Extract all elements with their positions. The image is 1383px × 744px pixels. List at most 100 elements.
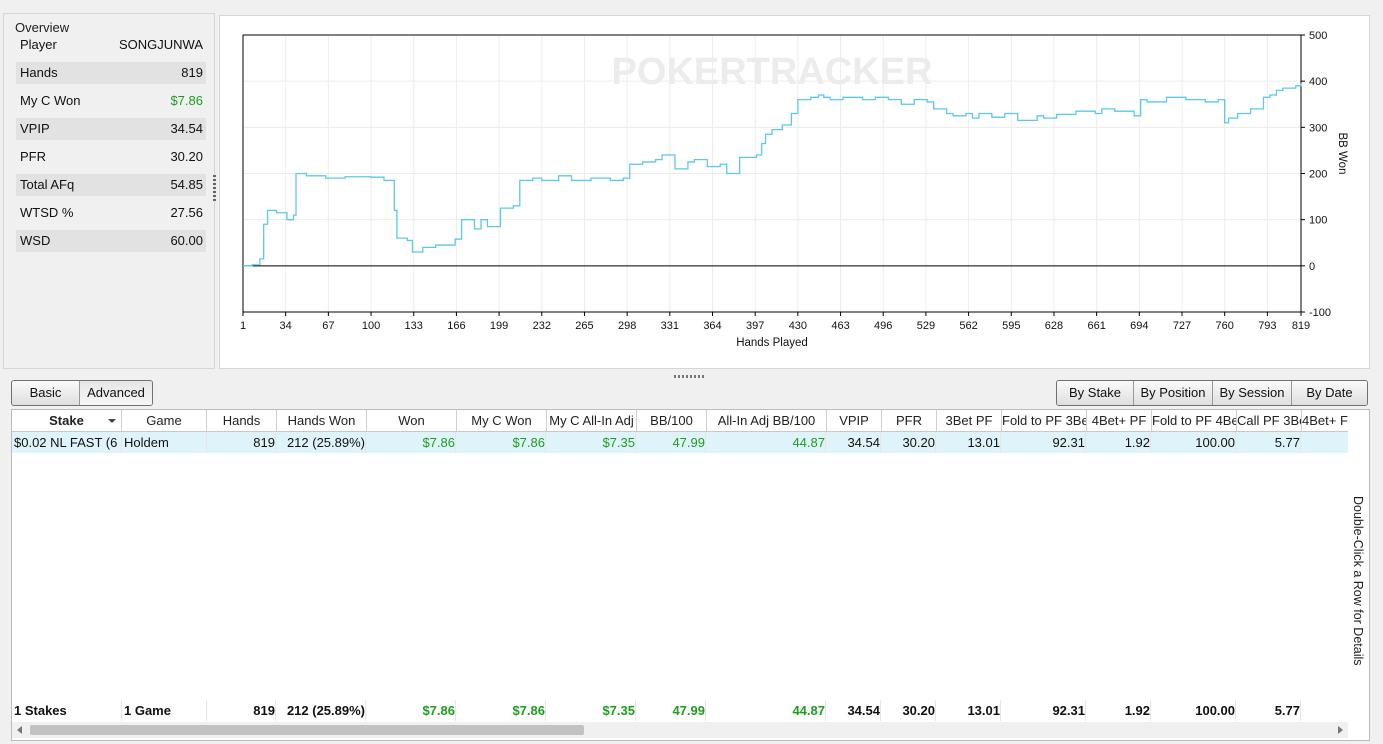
scroll-left-icon[interactable] [17,726,22,734]
total-hands: 819 [207,700,276,721]
cell-fold-to-pf-4bet: 100.00 [1152,432,1236,453]
stats-table: Stake Game Hands Hands Won Won My C Won … [11,409,1370,741]
horizontal-scrollbar[interactable] [12,722,1348,738]
by-session-button[interactable]: By Session [1213,381,1292,405]
column-header-won[interactable]: Won [367,410,457,431]
overview-value: 30.20 [170,149,203,164]
cell-3bet-pf: 13.01 [937,432,1001,453]
basic-button[interactable]: Basic [12,381,80,405]
view-toggle: Basic Advanced [11,380,153,406]
winnings-graph: POKERTRACKER 1 34 67 100 133 166 199 232 265 298 33… [240,30,1348,349]
y-tick-label: 500 [1309,30,1327,42]
scrollbar-thumb[interactable] [30,725,584,735]
advanced-button[interactable]: Advanced [80,381,152,405]
x-tick-label: 661 [1087,320,1105,332]
overview-row-total-afq: Total AFq 54.85 [16,174,206,196]
column-header-label: Stake [49,413,84,428]
overview-row-my-c-won: My C Won $7.86 [16,90,206,112]
y-tick-label: -100 [1309,307,1331,319]
overview-label: Hands [20,65,58,80]
overview-value: 60.00 [170,233,203,248]
overview-row-pfr: PFR 30.20 [16,146,206,168]
column-header-vpip[interactable]: VPIP [827,410,882,431]
overview-label: WTSD % [20,205,74,220]
column-header-call-pf-3bet[interactable]: Call PF 3Bet [1237,410,1302,431]
column-header-bb-100[interactable]: BB/100 [637,410,707,431]
by-position-button[interactable]: By Position [1134,381,1213,405]
y-axis-label: BB Won [1336,133,1348,175]
x-tick-label: 265 [575,320,593,332]
x-tick-label: 166 [447,320,465,332]
column-header-all-in-adj-bb-100[interactable]: All-In Adj BB/100 [707,410,827,431]
x-tick-label: 100 [362,320,380,332]
cell-stake: $0.02 NL FAST (6 n [14,432,122,453]
y-tick-label: 400 [1309,76,1327,88]
scroll-right-icon[interactable] [1338,726,1343,734]
column-header-4bet-pf[interactable]: 4Bet+ PF [1087,410,1152,431]
x-axis-label: Hands Played [736,337,808,349]
cell-hands-won: 212 (25.89%) [277,432,366,453]
x-tick-label: 793 [1258,320,1276,332]
column-header-3bet-pf[interactable]: 3Bet PF [937,410,1002,431]
x-tick-label: 463 [831,320,849,332]
overview-value: 27.56 [170,205,203,220]
overview-row-player: Player SONGJUNWA [16,34,206,56]
total-pfr: 30.20 [882,700,936,721]
column-header-pfr[interactable]: PFR [882,410,937,431]
cell-4bet-f [1302,432,1346,453]
overview-title: Overview [12,20,73,35]
vertical-splitter-handle[interactable] [213,175,216,203]
column-header-fold-to-pf-4bet[interactable]: Fold to PF 4Bet [1152,410,1237,431]
overview-row-hands: Hands 819 [16,62,206,84]
x-tick-label: 397 [746,320,764,332]
total-won: $7.86 [367,700,456,721]
cell-game: Holdem [124,432,207,453]
x-tick-label: 232 [533,320,551,332]
table-totals-row: 1 Stakes 1 Game 819 212 (25.89%) $7.86 $… [12,700,1348,721]
total-my-c-won: $7.86 [457,700,546,721]
y-tick-label: 200 [1309,169,1327,181]
column-header-my-c-won[interactable]: My C Won [457,410,547,431]
x-tick-label: 1 [240,320,246,332]
total-fold-to-pf-4bet: 100.00 [1152,700,1236,721]
cell-vpip: 34.54 [827,432,881,453]
total-stake: 1 Stakes [14,700,122,721]
x-tick-label: 694 [1130,320,1148,332]
x-tick-label: 364 [703,320,721,332]
table-row[interactable]: $0.02 NL FAST (6 n Holdem 819 212 (25.89… [12,432,1348,453]
watermark-logo: POKERTRACKER [612,51,933,93]
total-fold-to-pf-3bet: 92.31 [1002,700,1086,721]
column-header-my-c-all-in-adj[interactable]: My C All-In Adj [547,410,637,431]
total-bb-100: 47.99 [637,700,706,721]
double-click-hint: Double-Click a Row for Details [1351,496,1365,666]
overview-row-wsd: WSD 60.00 [16,230,206,252]
x-tick-label: 133 [405,320,423,332]
column-header-hands[interactable]: Hands [207,410,277,431]
x-tick-label: 819 [1292,320,1310,332]
overview-value: 819 [181,65,203,80]
x-tick-label: 595 [1002,320,1020,332]
column-header-hands-won[interactable]: Hands Won [277,410,367,431]
table-header: Stake Game Hands Hands Won Won My C Won … [12,410,1348,432]
by-stake-button[interactable]: By Stake [1057,381,1134,405]
x-tick-label: 628 [1045,320,1063,332]
column-header-fold-to-pf-3bet[interactable]: Fold to PF 3Bet [1002,410,1087,431]
total-4bet-f [1302,700,1346,721]
cell-my-c-all-in-adj: $7.35 [547,432,636,453]
total-vpip: 34.54 [827,700,881,721]
overview-label: Player [20,37,57,52]
x-tick-label: 562 [959,320,977,332]
winnings-graph-panel: POKERTRACKER 1 34 67 100 133 166 199 232 265 298 33… [219,15,1370,369]
overview-label: VPIP [20,121,50,136]
x-tick-label: 496 [874,320,892,332]
horizontal-splitter-handle[interactable] [674,375,704,378]
cell-all-in-adj-bb-100: 44.87 [707,432,826,453]
by-date-button[interactable]: By Date [1292,381,1367,405]
x-tick-label: 430 [789,320,807,332]
column-header-stake[interactable]: Stake [12,410,122,431]
cell-hands: 819 [207,432,276,453]
overview-panel: Overview Player SONGJUNWA Hands 819 My C… [3,13,215,369]
overview-value: 34.54 [170,121,203,136]
column-header-4bet-f[interactable]: 4Bet+ F [1302,410,1348,431]
column-header-game[interactable]: Game [122,410,207,431]
